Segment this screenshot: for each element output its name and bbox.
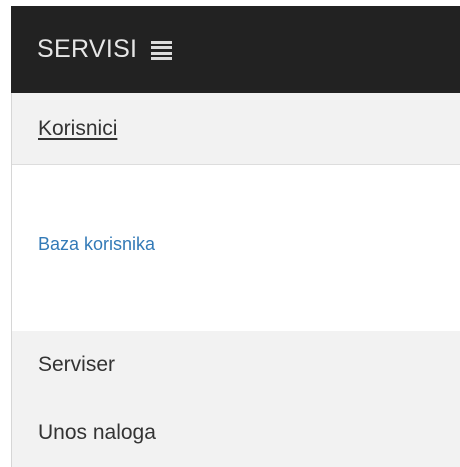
side-menu-panel: Korisnici Baza korisnika Serviser Unos n…: [11, 93, 460, 467]
baza-korisnika-link[interactable]: Baza korisnika: [38, 234, 155, 255]
top-navbar: SERVISI: [11, 6, 460, 93]
menu-icon-bar: [151, 40, 173, 44]
brand-title[interactable]: SERVISI: [37, 35, 137, 64]
hamburger-menu-icon[interactable]: [151, 40, 173, 61]
section-body-korisnici: Baza korisnika: [12, 165, 460, 331]
korisnici-link[interactable]: Korisnici: [38, 117, 117, 141]
menu-icon-bar: [151, 57, 173, 61]
nav-list: Serviser Unos naloga: [12, 331, 460, 467]
nav-item-serviser[interactable]: Serviser: [12, 331, 460, 399]
nav-item-unos-naloga[interactable]: Unos naloga: [12, 399, 460, 467]
menu-icon-bar: [151, 51, 173, 55]
menu-icon-bar: [151, 46, 173, 50]
page: SERVISI Korisnici Baza korisnika Servise…: [0, 0, 460, 467]
section-header-korisnici: Korisnici: [12, 93, 460, 165]
